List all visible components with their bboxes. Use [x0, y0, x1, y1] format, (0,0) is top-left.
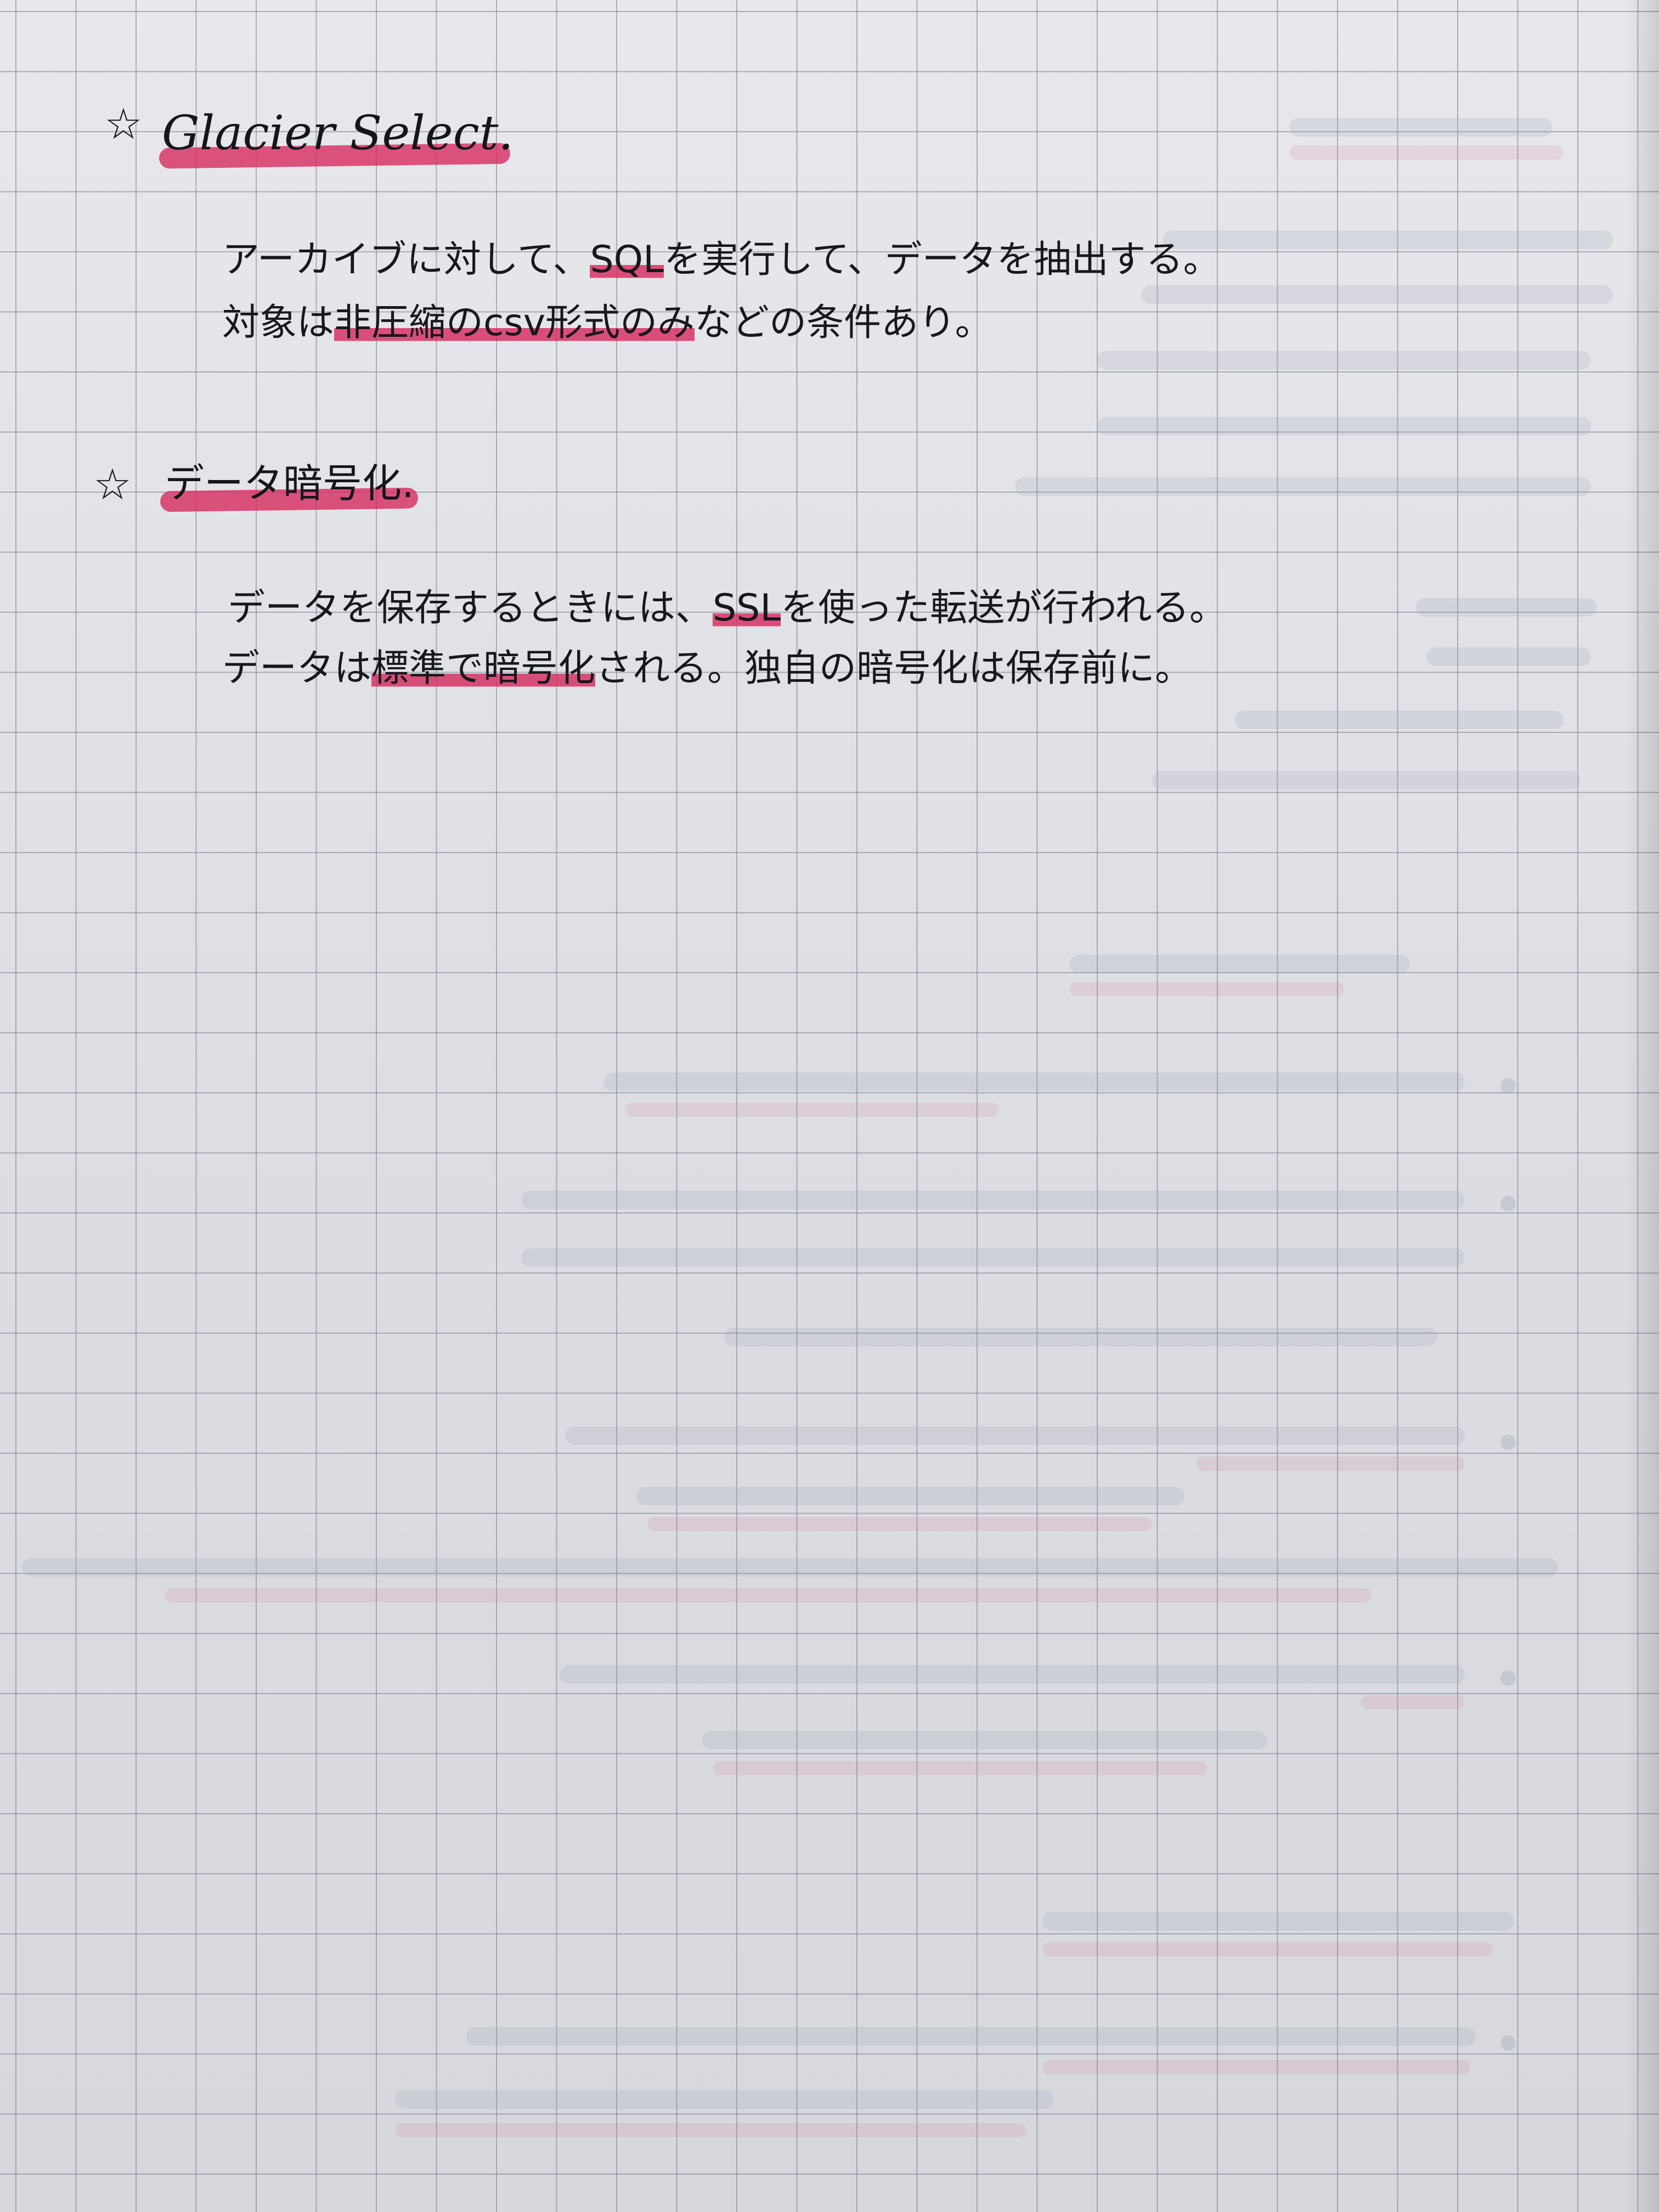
body-text: アーカイブに対して、	[222, 238, 590, 281]
section-heading-suffix: .	[402, 460, 414, 506]
body-text: などの条件あり。	[695, 301, 992, 345]
highlighted-text: SQL	[590, 238, 664, 281]
section-heading: データ暗号化.	[165, 464, 414, 503]
highlighted-text: 標準で暗号化	[371, 647, 596, 690]
body-line: アーカイブに対して、SQLを実行して、データを抽出する。	[222, 238, 1221, 281]
highlighted-text: SSL	[713, 586, 781, 630]
body-text: を実行して、データを抽出する。	[664, 238, 1221, 281]
section-heading-text: Glacier Select	[162, 106, 499, 161]
body-text: を使った転送が行われる。	[781, 586, 1227, 630]
body-line: データを保存するときには、SSLを使った転送が行われる。	[228, 586, 1227, 630]
section-heading-text: データ暗号化	[165, 460, 402, 506]
star-icon: ☆	[104, 100, 143, 149]
star-icon: ☆	[93, 460, 132, 510]
notebook-page: ☆ Glacier Select. アーカイブに対して、SQLを実行して、データ…	[0, 0, 1659, 2212]
section-heading: Glacier Select.	[162, 110, 514, 157]
body-text: される。独自の暗号化は保存前に。	[595, 647, 1193, 690]
body-line: 対象は非圧縮のcsv形式のみなどの条件あり。	[222, 301, 992, 345]
section-heading-suffix: .	[498, 106, 514, 161]
body-text: 対象は	[222, 301, 335, 345]
body-text: データは	[222, 647, 372, 690]
body-line: データは標準で暗号化される。独自の暗号化は保存前に。	[222, 647, 1193, 690]
highlighted-text: 非圧縮のcsv形式のみ	[334, 301, 695, 345]
body-text: データを保存するときには、	[228, 586, 713, 630]
